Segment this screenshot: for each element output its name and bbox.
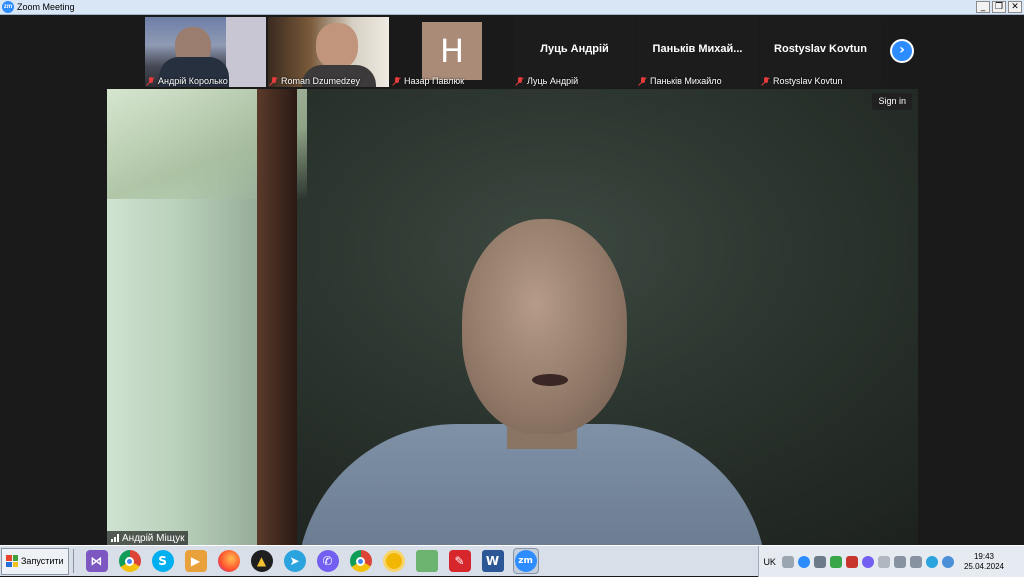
app-tray-icon[interactable] [845, 555, 858, 568]
mic-muted-icon [762, 76, 770, 86]
flag-icon[interactable] [877, 555, 890, 568]
participant-display-name: Rostyslav Kovtun [774, 43, 867, 55]
telegram-icon[interactable]: ➤ [282, 548, 308, 574]
windows-logo-icon [6, 555, 18, 567]
sign-in-button[interactable]: Sign in [872, 93, 912, 110]
participant-name: Roman Dzumedzey [281, 76, 361, 86]
participant-tile[interactable]: Roman Dzumedzey [268, 17, 389, 87]
participant-tile[interactable]: Паньків Михай... Паньків Михайло [637, 17, 758, 87]
network-icon[interactable] [893, 555, 906, 568]
restore-button[interactable]: ❐ [992, 1, 1006, 13]
participant-nametag: Roman Dzumedzey [270, 76, 360, 86]
keyboard-icon[interactable] [781, 555, 794, 568]
skype-icon[interactable]: S [150, 548, 176, 574]
participant-tile[interactable]: Андрій Королько [145, 17, 266, 87]
yellow-app-icon[interactable] [381, 548, 407, 574]
mic-muted-icon [147, 76, 155, 86]
speaker-nametag: Андрій Міщук [107, 531, 189, 545]
participant-nametag: Rostyslav Kovtun [762, 76, 843, 86]
security-check-icon[interactable] [829, 555, 842, 568]
firefox-icon[interactable] [216, 548, 242, 574]
file-manager-icon[interactable] [414, 548, 440, 574]
connection-signal-icon [111, 534, 119, 542]
chrome-profile-icon[interactable] [348, 548, 374, 574]
media-player-icon[interactable]: ▶ [183, 548, 209, 574]
speaker-name: Андрій Міщук [122, 532, 185, 544]
participant-name: Андрій Королько [158, 76, 228, 86]
mic-muted-icon [270, 76, 278, 86]
clock-date: 25.04.2024 [963, 561, 1004, 571]
window-title: Zoom Meeting [17, 2, 75, 12]
viber-icon[interactable]: ✆ [315, 548, 341, 574]
participant-name: Луць Андрій [527, 76, 579, 86]
zoom-taskbar-icon[interactable]: zm [512, 548, 539, 574]
participant-nametag: Андрій Королько [147, 76, 228, 86]
visual-studio-icon[interactable]: ⋈ [84, 548, 110, 574]
tray-extra-icon[interactable] [941, 555, 954, 568]
minimize-button[interactable]: _ [976, 1, 990, 13]
mic-muted-icon [639, 76, 647, 86]
clock[interactable]: 19:43 25.04.2024 [964, 552, 1004, 572]
telegram-tray-icon[interactable] [925, 555, 938, 568]
active-speaker-video: Sign in Андрій Міщук [107, 89, 918, 545]
close-button[interactable]: ✕ [1008, 1, 1022, 13]
usb-icon[interactable] [813, 555, 826, 568]
volume-icon[interactable] [909, 555, 922, 568]
participant-display-name: Луць Андрій [540, 43, 609, 55]
mic-muted-icon [393, 76, 401, 86]
participant-tile[interactable]: Луць Андрій Луць Андрій [514, 17, 635, 87]
participant-tile[interactable]: H Назар Павлюк [391, 17, 512, 87]
taskbar: Запустити ⋈ S ▶ ▲ ➤ ✆ ✎ W zm UK 19:43 25… [0, 545, 1024, 577]
participant-name: Назар Павлюк [404, 76, 465, 86]
start-button[interactable]: Запустити [1, 547, 69, 575]
participant-name: Паньків Михайло [650, 76, 722, 86]
participant-display-name: Паньків Михай... [652, 43, 743, 55]
participant-nametag: Паньків Михайло [639, 76, 722, 86]
participant-nametag: Луць Андрій [516, 76, 578, 86]
participant-nametag: Назар Павлюк [393, 76, 464, 86]
word-icon[interactable]: W [480, 548, 506, 574]
archive-icon[interactable]: ▲ [249, 548, 275, 574]
zoom-tray-icon[interactable] [797, 555, 810, 568]
meeting-area: Андрій Королько Roman Dzumedzey H Назар … [0, 15, 1024, 545]
system-tray: UK 19:43 25.04.2024 [758, 546, 1024, 577]
acrobat-icon[interactable]: ✎ [447, 548, 473, 574]
participant-avatar: H [422, 22, 482, 80]
language-indicator[interactable]: UK [763, 557, 776, 567]
chrome-icon[interactable] [117, 548, 143, 574]
participant-tile[interactable]: Rostyslav Kovtun Rostyslav Kovtun [760, 17, 881, 87]
clock-time: 19:43 [973, 551, 994, 561]
window-titlebar: zm Zoom Meeting _ ❐ ✕ [0, 0, 1024, 15]
viber-tray-icon[interactable] [861, 555, 874, 568]
zoom-app-icon: zm [2, 1, 14, 13]
start-label: Запустити [21, 556, 64, 566]
participant-name: Rostyslav Kovtun [773, 76, 843, 86]
next-page-chevron-icon[interactable]: › [890, 39, 914, 63]
mic-muted-icon [516, 76, 524, 86]
participant-strip: Андрій Королько Roman Dzumedzey H Назар … [145, 17, 881, 87]
